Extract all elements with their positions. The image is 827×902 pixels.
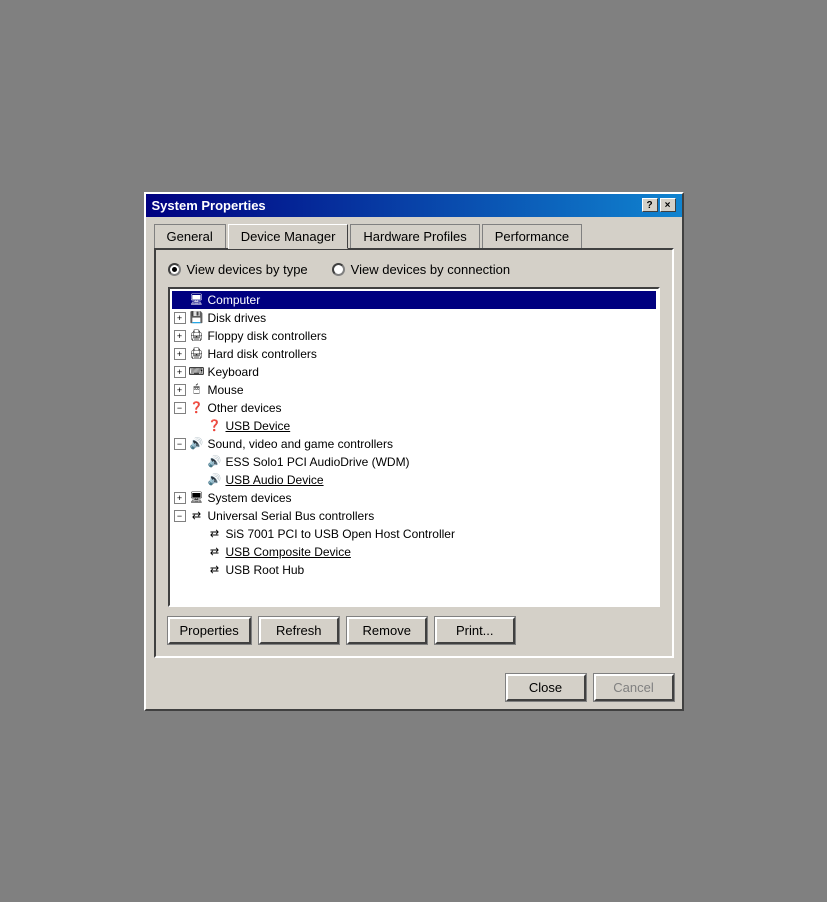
close-dialog-button[interactable]: Close — [506, 674, 586, 701]
print-button[interactable]: Print... — [435, 617, 515, 644]
ess-solo-icon: 🔊 — [207, 454, 223, 470]
tree-item-disk-drives[interactable]: + 💾 Disk drives — [172, 309, 656, 327]
usb-device-icon: ❓ — [207, 418, 223, 434]
title-bar: System Properties ? × — [146, 194, 682, 217]
system-properties-dialog: System Properties ? × General Device Man… — [144, 192, 684, 711]
computer-icon: 🖥 — [189, 292, 205, 308]
dialog-title: System Properties — [152, 198, 266, 213]
device-tree[interactable]: 🖥 Computer + 💾 Disk drives + 🖨 Floppy di… — [168, 287, 660, 607]
cancel-button[interactable]: Cancel — [594, 674, 674, 701]
radio-by-connection[interactable]: View devices by connection — [332, 262, 510, 277]
tree-item-system-devices[interactable]: + 🖥 System devices — [172, 489, 656, 507]
usb-device-label: USB Device — [226, 419, 291, 433]
expand-floppy[interactable]: + — [174, 330, 186, 342]
tree-item-usb-audio[interactable]: 🔊 USB Audio Device — [172, 471, 656, 489]
tree-item-mouse[interactable]: + 🖱 Mouse — [172, 381, 656, 399]
usb-root-hub-label: USB Root Hub — [226, 563, 305, 577]
dialog-body: General Device Manager Hardware Profiles… — [146, 217, 682, 666]
computer-label: Computer — [208, 293, 261, 307]
keyboard-icon: ⌨ — [189, 364, 205, 380]
usb-audio-label: USB Audio Device — [226, 473, 324, 487]
sound-icon: 🔊 — [189, 436, 205, 452]
system-devices-icon: 🖥 — [189, 490, 205, 506]
usb-audio-icon: 🔊 — [207, 472, 223, 488]
tab-general[interactable]: General — [154, 224, 226, 249]
tree-item-usb-root-hub[interactable]: ⇄ USB Root Hub — [172, 561, 656, 579]
ess-solo-label: ESS Solo1 PCI AudioDrive (WDM) — [226, 455, 410, 469]
tree-item-hdd[interactable]: + 🖨 Hard disk controllers — [172, 345, 656, 363]
usb-controllers-icon: ⇄ — [189, 508, 205, 524]
floppy-icon: 🖨 — [189, 328, 205, 344]
tree-item-floppy[interactable]: + 🖨 Floppy disk controllers — [172, 327, 656, 345]
expand-disk-drives[interactable]: + — [174, 312, 186, 324]
radio-by-type-label: View devices by type — [187, 262, 308, 277]
expand-usb-controllers[interactable]: − — [174, 510, 186, 522]
remove-button[interactable]: Remove — [347, 617, 427, 644]
floppy-label: Floppy disk controllers — [208, 329, 327, 343]
radio-by-connection-label: View devices by connection — [351, 262, 510, 277]
radio-by-connection-circle — [332, 263, 345, 276]
tree-item-usb-composite[interactable]: ⇄ USB Composite Device — [172, 543, 656, 561]
close-button[interactable]: × — [660, 198, 676, 212]
disk-icon: 💾 — [189, 310, 205, 326]
usb-root-hub-icon: ⇄ — [207, 562, 223, 578]
tab-row: General Device Manager Hardware Profiles… — [154, 223, 674, 248]
disk-drives-label: Disk drives — [208, 311, 267, 325]
expand-sound[interactable]: − — [174, 438, 186, 450]
sound-label: Sound, video and game controllers — [208, 437, 393, 451]
tab-device-manager[interactable]: Device Manager — [228, 224, 349, 249]
mouse-icon: 🖱 — [189, 382, 205, 398]
bottom-button-row: Close Cancel — [146, 666, 682, 709]
title-bar-buttons: ? × — [642, 198, 676, 212]
other-devices-label: Other devices — [208, 401, 282, 415]
radio-by-type-circle — [168, 263, 181, 276]
tab-hardware-profiles[interactable]: Hardware Profiles — [350, 224, 479, 249]
hdd-icon: 🖨 — [189, 346, 205, 362]
tree-item-usb-device[interactable]: ❓ USB Device — [172, 417, 656, 435]
tree-item-sound[interactable]: − 🔊 Sound, video and game controllers — [172, 435, 656, 453]
expand-keyboard[interactable]: + — [174, 366, 186, 378]
expand-system-devices[interactable]: + — [174, 492, 186, 504]
tree-item-ess-solo[interactable]: 🔊 ESS Solo1 PCI AudioDrive (WDM) — [172, 453, 656, 471]
tree-item-other-devices[interactable]: − ❓ Other devices — [172, 399, 656, 417]
keyboard-label: Keyboard — [208, 365, 259, 379]
properties-button[interactable]: Properties — [168, 617, 251, 644]
usb-controllers-label: Universal Serial Bus controllers — [208, 509, 375, 523]
hdd-label: Hard disk controllers — [208, 347, 317, 361]
usb-composite-label: USB Composite Device — [226, 545, 351, 559]
radio-by-type[interactable]: View devices by type — [168, 262, 308, 277]
tab-content: View devices by type View devices by con… — [154, 248, 674, 658]
sis-7001-icon: ⇄ — [207, 526, 223, 542]
help-button[interactable]: ? — [642, 198, 658, 212]
sis-7001-label: SiS 7001 PCI to USB Open Host Controller — [226, 527, 455, 541]
expand-mouse[interactable]: + — [174, 384, 186, 396]
refresh-button[interactable]: Refresh — [259, 617, 339, 644]
tab-performance[interactable]: Performance — [482, 224, 582, 249]
tree-item-sis-7001[interactable]: ⇄ SiS 7001 PCI to USB Open Host Controll… — [172, 525, 656, 543]
expand-other-devices[interactable]: − — [174, 402, 186, 414]
mouse-label: Mouse — [208, 383, 244, 397]
action-button-row: Properties Refresh Remove Print... — [168, 617, 660, 644]
usb-composite-icon: ⇄ — [207, 544, 223, 560]
other-devices-icon: ❓ — [189, 400, 205, 416]
radio-row: View devices by type View devices by con… — [168, 262, 660, 277]
tree-item-usb-controllers[interactable]: − ⇄ Universal Serial Bus controllers — [172, 507, 656, 525]
tree-item-computer[interactable]: 🖥 Computer — [172, 291, 656, 309]
expand-hdd[interactable]: + — [174, 348, 186, 360]
system-devices-label: System devices — [208, 491, 292, 505]
tree-item-keyboard[interactable]: + ⌨ Keyboard — [172, 363, 656, 381]
